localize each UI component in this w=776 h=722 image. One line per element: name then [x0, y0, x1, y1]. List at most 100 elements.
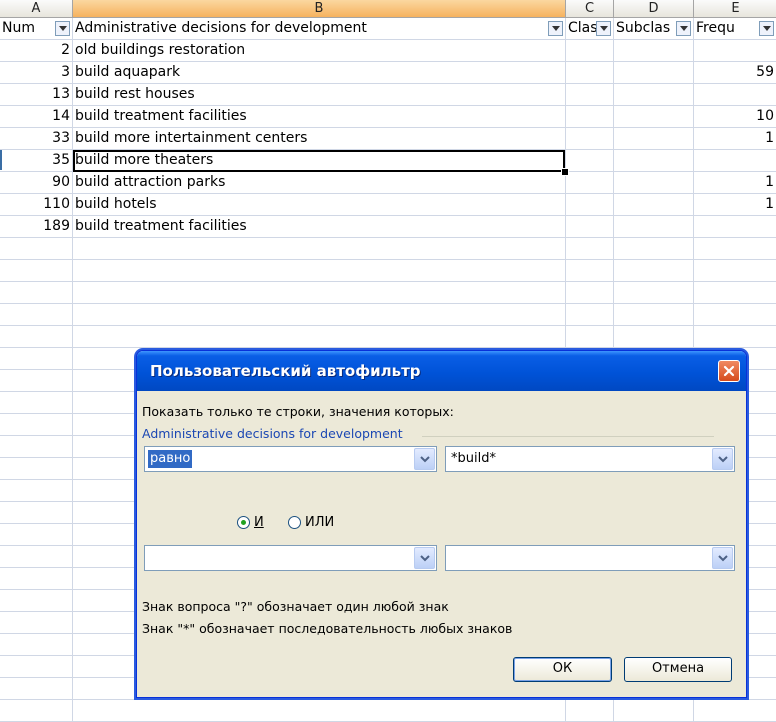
- empty-cell[interactable]: [694, 238, 776, 260]
- close-button[interactable]: [718, 360, 740, 382]
- column-header-a[interactable]: A: [0, 0, 73, 18]
- empty-cell[interactable]: [0, 546, 73, 568]
- cell-subclass[interactable]: [614, 106, 694, 128]
- table-row[interactable]: 33 build more intertainment centers 1: [0, 128, 776, 150]
- cell-class[interactable]: [566, 194, 614, 216]
- empty-cell[interactable]: [0, 502, 73, 524]
- chevron-down-icon[interactable]: [712, 547, 733, 569]
- cell-num[interactable]: 35: [0, 150, 73, 172]
- empty-cell[interactable]: [0, 260, 73, 282]
- table-row[interactable]: 110 build hotels 1: [0, 194, 776, 216]
- cell-subclass[interactable]: [614, 62, 694, 84]
- cell-subclass[interactable]: [614, 150, 694, 172]
- cell-class[interactable]: [566, 84, 614, 106]
- condition1-operator-select[interactable]: равно: [144, 446, 437, 472]
- empty-row[interactable]: [0, 238, 776, 260]
- empty-cell[interactable]: [0, 238, 73, 260]
- or-radio[interactable]: ИЛИ: [288, 515, 334, 530]
- filter-dropdown-icon[interactable]: [55, 21, 70, 36]
- dialog-titlebar[interactable]: Пользовательский автофильтр: [137, 351, 746, 391]
- cell-num[interactable]: 33: [0, 128, 73, 150]
- cell-decision[interactable]: build treatment facilities: [73, 216, 566, 238]
- cell-decision[interactable]: build treatment facilities: [73, 106, 566, 128]
- cancel-button[interactable]: Отмена: [624, 657, 732, 682]
- empty-cell[interactable]: [0, 370, 73, 392]
- empty-row[interactable]: [0, 282, 776, 304]
- empty-cell[interactable]: [0, 304, 73, 326]
- empty-row[interactable]: [0, 260, 776, 282]
- empty-cell[interactable]: [0, 568, 73, 590]
- table-row[interactable]: 189 build treatment facilities: [0, 216, 776, 238]
- table-row[interactable]: 90 build attraction parks 1: [0, 172, 776, 194]
- empty-cell[interactable]: [0, 634, 73, 656]
- empty-cell[interactable]: [0, 326, 73, 348]
- cell-frequency[interactable]: [694, 216, 776, 238]
- column-header-d[interactable]: D: [614, 0, 694, 18]
- empty-cell[interactable]: [566, 238, 614, 260]
- column-header-b[interactable]: B: [73, 0, 566, 18]
- empty-cell[interactable]: [614, 282, 694, 304]
- empty-cell[interactable]: [614, 304, 694, 326]
- empty-cell[interactable]: [0, 414, 73, 436]
- cell-frequency[interactable]: [694, 40, 776, 62]
- empty-cell[interactable]: [694, 326, 776, 348]
- cell-frequency[interactable]: [694, 150, 776, 172]
- condition2-operator-select[interactable]: [144, 545, 437, 571]
- cell-frequency[interactable]: 10: [694, 106, 776, 128]
- empty-cell[interactable]: [0, 282, 73, 304]
- table-row[interactable]: 13 build rest houses: [0, 84, 776, 106]
- empty-cell[interactable]: [566, 326, 614, 348]
- empty-cell[interactable]: [0, 590, 73, 612]
- cell-class[interactable]: [566, 40, 614, 62]
- cell-num[interactable]: 13: [0, 84, 73, 106]
- cell-num[interactable]: 110: [0, 194, 73, 216]
- cell-num[interactable]: 189: [0, 216, 73, 238]
- empty-cell[interactable]: [0, 436, 73, 458]
- empty-cell[interactable]: [73, 238, 566, 260]
- empty-cell[interactable]: [694, 282, 776, 304]
- filter-dropdown-icon[interactable]: [676, 21, 691, 36]
- empty-cell[interactable]: [614, 238, 694, 260]
- cell-decision[interactable]: build rest houses: [73, 84, 566, 106]
- chevron-down-icon[interactable]: [712, 448, 733, 470]
- empty-cell[interactable]: [73, 304, 566, 326]
- empty-cell[interactable]: [566, 304, 614, 326]
- empty-cell[interactable]: [614, 260, 694, 282]
- empty-cell[interactable]: [0, 392, 73, 414]
- cell-frequency[interactable]: 1: [694, 194, 776, 216]
- cell-subclass[interactable]: [614, 84, 694, 106]
- cell-class[interactable]: [566, 62, 614, 84]
- cell-decision[interactable]: old buildings restoration: [73, 40, 566, 62]
- empty-cell[interactable]: [566, 282, 614, 304]
- empty-cell[interactable]: [614, 326, 694, 348]
- cell-num[interactable]: 3: [0, 62, 73, 84]
- table-row[interactable]: 3 build aquapark 59: [0, 62, 776, 84]
- column-header-e[interactable]: E: [694, 0, 776, 18]
- chevron-down-icon[interactable]: [414, 547, 435, 569]
- empty-cell[interactable]: [73, 282, 566, 304]
- cell-frequency[interactable]: 1: [694, 128, 776, 150]
- cell-decision[interactable]: build attraction parks: [73, 172, 566, 194]
- cell-class[interactable]: [566, 106, 614, 128]
- cell-subclass[interactable]: [614, 128, 694, 150]
- empty-row[interactable]: [0, 326, 776, 348]
- table-row[interactable]: 2 old buildings restoration: [0, 40, 776, 62]
- cell-class[interactable]: [566, 150, 614, 172]
- table-row[interactable]: 14 build treatment facilities 10: [0, 106, 776, 128]
- empty-cell[interactable]: [73, 260, 566, 282]
- cell-class[interactable]: [566, 128, 614, 150]
- cell-decision[interactable]: build more intertainment centers: [73, 128, 566, 150]
- condition2-value-input[interactable]: [445, 545, 735, 571]
- empty-cell[interactable]: [566, 260, 614, 282]
- cell-subclass[interactable]: [614, 216, 694, 238]
- cell-decision[interactable]: build aquapark: [73, 62, 566, 84]
- empty-cell[interactable]: [0, 524, 73, 546]
- condition1-value-input[interactable]: *build*: [445, 446, 735, 472]
- cell-num[interactable]: 14: [0, 106, 73, 128]
- cell-subclass[interactable]: [614, 194, 694, 216]
- filter-dropdown-icon[interactable]: [596, 21, 611, 36]
- empty-cell[interactable]: [694, 304, 776, 326]
- ok-button[interactable]: ОК: [513, 657, 612, 682]
- empty-cell[interactable]: [0, 656, 73, 678]
- cell-class[interactable]: [566, 216, 614, 238]
